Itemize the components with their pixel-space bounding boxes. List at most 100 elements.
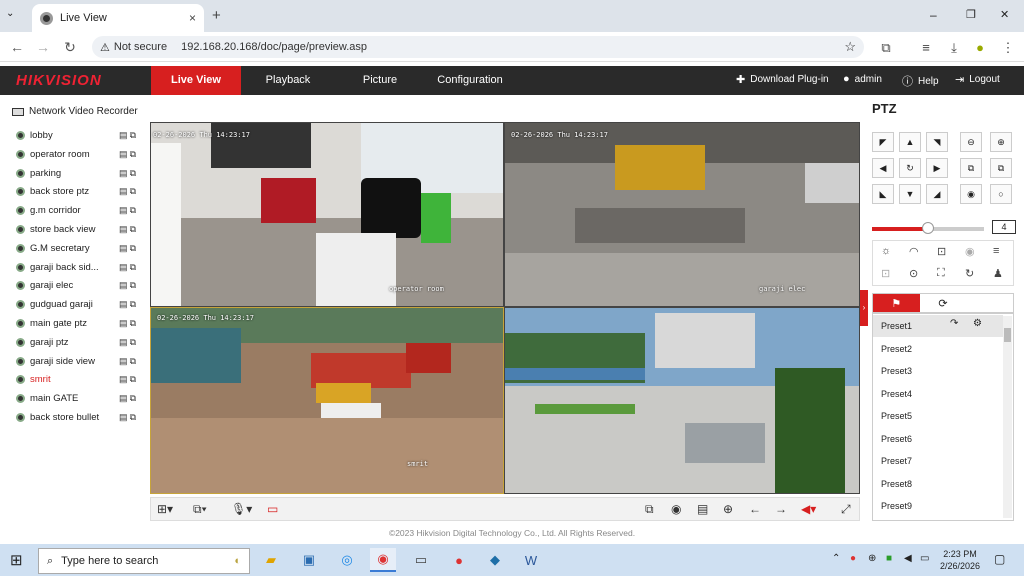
playback-channel-icon[interactable]: ⧉ <box>130 280 136 291</box>
camera-list-item[interactable]: lobby ▤ ⧉ <box>16 126 136 145</box>
start-all-icon[interactable]: ⧉▾ <box>193 502 207 517</box>
preset-scrollbar-thumb[interactable] <box>1004 328 1011 342</box>
playback-channel-icon[interactable]: ⧉ <box>130 393 136 404</box>
tray-battery-icon[interactable]: ▭ <box>920 553 929 564</box>
camera-list-item[interactable]: operator room ▤ ⧉ <box>16 145 136 164</box>
camera-list-item[interactable]: garaji elec ▤ ⧉ <box>16 276 136 295</box>
bookmark-star-icon[interactable]: ☆ <box>844 39 856 55</box>
media-app-icon[interactable]: ● <box>446 548 472 572</box>
ptz-speed-handle[interactable] <box>922 222 934 234</box>
minimize-button[interactable]: – <box>930 8 937 22</box>
microphone-icon[interactable]: 🎙▾ <box>231 502 252 516</box>
notification-icon[interactable]: ▢ <box>994 552 1005 566</box>
record-status-icon[interactable]: ▤ <box>119 130 128 141</box>
extensions-icon[interactable]: ⧉ <box>878 40 894 56</box>
close-window-button[interactable]: ✕ <box>1000 8 1009 21</box>
reload-icon[interactable]: ↻ <box>61 39 79 56</box>
app-window-icon[interactable]: ▭ <box>408 548 434 572</box>
taskbar-clock[interactable]: 2:23 PM 2/26/2026 <box>938 548 982 572</box>
zoom-out-icon[interactable]: ⊖ <box>960 132 982 152</box>
record-status-icon[interactable]: ▤ <box>119 205 128 216</box>
camera-list-item[interactable]: g.m corridor ▤ ⧉ <box>16 201 136 220</box>
playback-channel-icon[interactable]: ⧉ <box>130 337 136 348</box>
playback-channel-icon[interactable]: ⧉ <box>130 186 136 197</box>
record-status-icon[interactable]: ▤ <box>119 374 128 385</box>
record-status-icon[interactable]: ▤ <box>119 224 128 235</box>
playback-channel-icon[interactable]: ⧉ <box>130 318 136 329</box>
tray-app-icon[interactable]: ■ <box>886 553 892 564</box>
diamond-app-icon[interactable]: ◆ <box>482 548 508 572</box>
zoom-search-icon[interactable]: ⊙ <box>909 267 918 280</box>
camera-list-item[interactable]: store back view ▤ ⧉ <box>16 220 136 239</box>
preset-item[interactable]: Preset1 <box>873 315 1003 337</box>
record-status-icon[interactable]: ▤ <box>119 393 128 404</box>
menu-lines-icon[interactable]: ≡ <box>993 245 999 257</box>
wiper-icon[interactable]: ◠ <box>909 245 919 258</box>
video-cell-3[interactable]: 02-26-2026 Thu 14:23:17 smrit <box>150 307 504 494</box>
nvr-header[interactable]: Network Video Recorder <box>12 106 138 117</box>
record-status-icon[interactable]: ▤ <box>119 412 128 423</box>
record-status-icon[interactable]: ▤ <box>119 280 128 291</box>
fullscreen-icon[interactable]: ⤢ <box>841 502 851 517</box>
url-field[interactable]: ⚠ Not secure 192.168.20.168/doc/page/pre… <box>92 36 864 58</box>
ptz-auto-button[interactable]: ↻ <box>899 158 921 178</box>
camera-list-item[interactable]: G.M secretary ▤ ⧉ <box>16 239 136 258</box>
tray-chevron-icon[interactable]: ⌃ <box>832 553 840 564</box>
3d-position-icon[interactable]: ⊡ <box>881 267 890 280</box>
focus-far-icon[interactable]: ⧉ <box>990 158 1012 178</box>
camera-list-item[interactable]: gudguad garaji ▤ ⧉ <box>16 295 136 314</box>
tab-patrol-icon[interactable]: ⟳ <box>920 294 967 312</box>
record-status-icon[interactable]: ▤ <box>119 168 128 179</box>
tray-record-icon[interactable]: ● <box>850 553 856 564</box>
zoom-icon[interactable]: ⊕ <box>723 502 733 516</box>
playback-channel-icon[interactable]: ⧉ <box>130 205 136 216</box>
stream-icon[interactable]: ▭ <box>267 502 278 516</box>
record-status-icon[interactable]: ▤ <box>119 337 128 348</box>
tab-preset-flag-icon[interactable]: ⚑ <box>873 294 920 312</box>
manual-track-icon[interactable]: ⛶ <box>937 267 945 280</box>
windows-start-icon[interactable]: ⊞ <box>10 551 23 569</box>
menu-kebab-icon[interactable]: ⋮ <box>1000 40 1016 56</box>
playback-channel-icon[interactable]: ⧉ <box>130 224 136 235</box>
ptz-left-button[interactable]: ◀ <box>872 158 894 178</box>
preset-settings-gear-icon[interactable]: ⚙ <box>973 318 982 329</box>
playback-channel-icon[interactable]: ⧉ <box>130 412 136 423</box>
back-arrow-icon[interactable]: ← <box>8 39 26 55</box>
camera-list-item[interactable]: parking ▤ ⧉ <box>16 164 136 183</box>
ptz-up-right-button[interactable]: ◥ <box>926 132 948 152</box>
camera-list-item[interactable]: garaji ptz ▤ ⧉ <box>16 333 136 352</box>
record-status-icon[interactable]: ▤ <box>119 318 128 329</box>
camera-list-item[interactable]: back store ptz ▤ ⧉ <box>16 182 136 201</box>
playback-channel-icon[interactable]: ⧉ <box>130 299 136 310</box>
camera-list-item[interactable]: garaji back sid... ▤ ⧉ <box>16 258 136 277</box>
record-status-icon[interactable]: ▤ <box>119 262 128 273</box>
preset-item[interactable]: Preset4 <box>873 383 1003 405</box>
playback-channel-icon[interactable]: ⧉ <box>130 262 136 273</box>
zoom-in-icon[interactable]: ⊕ <box>990 132 1012 152</box>
system-app-icon[interactable]: ▣ <box>296 548 322 572</box>
playback-channel-icon[interactable]: ⧉ <box>130 149 136 160</box>
camera-list-item[interactable]: back store bullet ▤ ⧉ <box>16 408 136 427</box>
preset-item[interactable]: Preset2 <box>873 338 1003 360</box>
download-plugin-link[interactable]: ✚ Download Plug-in <box>736 73 829 86</box>
tray-volume-icon[interactable]: ◀ <box>904 553 912 564</box>
iris-close-icon[interactable]: ○ <box>990 184 1012 204</box>
ptz-down-button[interactable]: ▼ <box>899 184 921 204</box>
video-cell-1[interactable]: 02-26-2026 Thu 14:23:17 operator room <box>150 122 504 307</box>
preset-item[interactable]: Preset5 <box>873 405 1003 427</box>
playback-channel-icon[interactable]: ⧉ <box>130 168 136 179</box>
taskbar-search-box[interactable]: ⌕ Type here to search ◐ <box>38 548 250 574</box>
preset-item[interactable]: Preset6 <box>873 428 1003 450</box>
chrome-icon[interactable]: ◉ <box>370 548 396 572</box>
next-page-icon[interactable]: → <box>775 502 787 516</box>
focus-assist-icon[interactable]: ⊡ <box>937 245 946 258</box>
person-icon[interactable]: ♟ <box>993 267 1003 280</box>
edge-icon[interactable]: ◎ <box>334 548 360 572</box>
tray-network-icon[interactable]: ⊕ <box>868 553 876 564</box>
tab-configuration[interactable]: Configuration <box>425 66 515 95</box>
preset-item[interactable]: Preset7 <box>873 450 1003 472</box>
capture-all-icon[interactable]: ⧉ <box>645 502 654 517</box>
volume-icon[interactable]: ◀▾ <box>801 502 816 516</box>
playback-channel-icon[interactable]: ⧉ <box>130 374 136 385</box>
preset-item[interactable]: Preset3 <box>873 360 1003 382</box>
